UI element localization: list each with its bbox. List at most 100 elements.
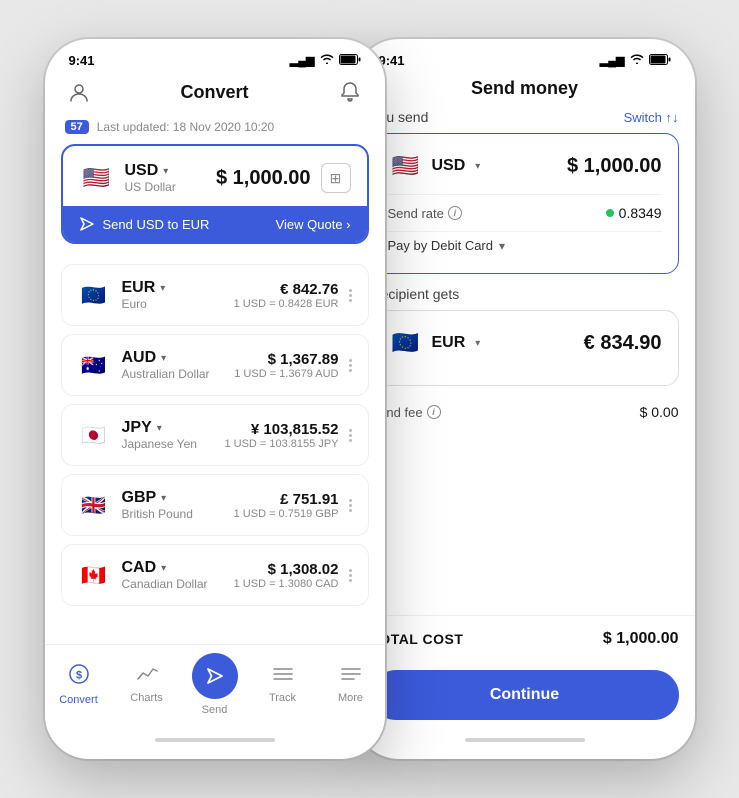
- update-bar: 57 Last updated: 18 Nov 2020 10:20: [45, 116, 385, 144]
- right-nav-header: Send money: [355, 74, 695, 109]
- signal-left: ▂▄▆: [290, 54, 315, 67]
- list-item[interactable]: 🇦🇺 AUD ▾ Australian Dollar $ 1,367.89: [61, 334, 369, 396]
- calculator-icon[interactable]: ⊞: [321, 163, 351, 193]
- jpy-name: Japanese Yen: [122, 437, 197, 451]
- send-plane-icon: [205, 666, 225, 686]
- total-cost-value: $ 1,000.00: [603, 630, 679, 648]
- send-flag: 🇺🇸: [388, 148, 424, 184]
- recipient-card: 🇪🇺 EUR ▾ € 834.90: [371, 310, 679, 386]
- gbp-amount: £ 751.91: [234, 491, 339, 508]
- eur-flag: 🇪🇺: [76, 277, 112, 313]
- track-icon: [272, 665, 294, 689]
- send-currency-code: USD: [432, 157, 466, 175]
- send-bar[interactable]: Send USD to EUR View Quote ›: [63, 206, 367, 242]
- tab-track[interactable]: Track: [258, 665, 308, 704]
- send-rate-row: Send rate i 0.8349: [388, 194, 662, 227]
- cad-amount: $ 1,308.02: [234, 561, 339, 578]
- recipient-amount: € 834.90: [584, 332, 662, 355]
- pay-method-row[interactable]: Pay by Debit Card ▾: [388, 231, 662, 259]
- send-amount: $ 1,000.00: [567, 155, 662, 178]
- total-cost-bar: TOTAL COST $ 1,000.00: [355, 615, 695, 662]
- wifi-right: [630, 54, 644, 67]
- tab-more[interactable]: More: [326, 665, 376, 704]
- jpy-amount: ¥ 103,815.52: [224, 421, 338, 438]
- cad-name: Canadian Dollar: [122, 577, 208, 591]
- jpy-flag: 🇯🇵: [76, 417, 112, 453]
- send-currency-row: 🇺🇸 USD ▾ $ 1,000.00: [388, 148, 662, 184]
- more-icon: [340, 665, 362, 689]
- jpy-menu[interactable]: [347, 427, 354, 444]
- page-title-send-money: Send money: [471, 78, 578, 98]
- update-text: Last updated: 18 Nov 2020 10:20: [97, 120, 274, 134]
- right-phone: 9:41 ▂▄▆ Send money You send Switc: [355, 39, 695, 759]
- tab-convert[interactable]: $ Convert: [54, 663, 104, 706]
- aud-amount: $ 1,367.89: [234, 351, 338, 368]
- fee-info-icon[interactable]: i: [427, 405, 441, 419]
- wifi-left: [320, 54, 334, 67]
- charts-icon: [136, 665, 158, 689]
- tab-bar: $ Convert Charts Send: [45, 644, 385, 732]
- aud-menu[interactable]: [347, 357, 354, 374]
- send-label: Send USD to EUR: [103, 217, 210, 232]
- fee-value: $ 0.00: [640, 404, 679, 420]
- gbp-rate: 1 USD = 0.7519 GBP: [234, 508, 339, 520]
- battery-right: [649, 54, 671, 68]
- main-currency-left[interactable]: 🇺🇸 USD ▾ US Dollar: [79, 160, 176, 196]
- tab-track-label: Track: [269, 692, 296, 704]
- view-quote-btn[interactable]: View Quote ›: [276, 217, 351, 232]
- recipient-flag: 🇪🇺: [388, 325, 424, 361]
- send-icon: [79, 216, 95, 232]
- aud-name: Australian Dollar: [122, 367, 210, 381]
- continue-button[interactable]: Continue: [371, 670, 679, 720]
- gbp-menu[interactable]: [347, 497, 354, 514]
- gbp-name: British Pound: [122, 507, 193, 521]
- jpy-code: JPY: [122, 419, 152, 437]
- left-phone: 9:41 ▂▄▆ Convert: [45, 39, 385, 759]
- currency-list: 🇪🇺 EUR ▾ Euro € 842.76 1 USD = 0.: [45, 264, 385, 644]
- eur-name: Euro: [122, 297, 166, 311]
- user-icon[interactable]: [65, 78, 93, 106]
- bell-icon[interactable]: [336, 78, 364, 106]
- recipient-currency-code: EUR: [432, 334, 466, 352]
- list-item[interactable]: 🇪🇺 EUR ▾ Euro € 842.76 1 USD = 0.: [61, 264, 369, 326]
- tab-more-label: More: [338, 692, 363, 704]
- main-currency-chevron: ▾: [163, 166, 168, 177]
- main-amount: $ 1,000.00: [216, 167, 311, 190]
- rate-green-dot: [606, 209, 614, 217]
- rate-info-icon[interactable]: i: [448, 206, 462, 220]
- battery-left: [339, 54, 361, 68]
- cad-menu[interactable]: [347, 567, 354, 584]
- gbp-code: GBP: [122, 489, 157, 507]
- tab-charts-label: Charts: [130, 692, 162, 704]
- pay-method-text: Pay by Debit Card: [388, 238, 494, 253]
- send-rate-value: 0.8349: [606, 205, 662, 221]
- list-item[interactable]: 🇯🇵 JPY ▾ Japanese Yen ¥ 103,815.52: [61, 404, 369, 466]
- gbp-flag: 🇬🇧: [76, 487, 112, 523]
- switch-button[interactable]: Switch ↑↓: [624, 110, 679, 125]
- eur-menu[interactable]: [347, 287, 354, 304]
- cad-code: CAD: [122, 559, 157, 577]
- eur-rate: 1 USD = 0.8428 EUR: [234, 298, 339, 310]
- recipient-currency-selector[interactable]: 🇪🇺 EUR ▾: [388, 325, 481, 361]
- cad-flag: 🇨🇦: [76, 557, 112, 593]
- fee-row: Send fee i $ 0.00: [371, 398, 679, 426]
- eur-amount: € 842.76: [234, 281, 339, 298]
- main-currency-code: USD: [125, 162, 159, 180]
- tab-send-label: Send: [202, 704, 228, 716]
- home-indicator-left: [45, 732, 385, 752]
- send-button[interactable]: [192, 653, 238, 699]
- tab-charts[interactable]: Charts: [122, 665, 172, 704]
- left-nav-header: Convert: [45, 74, 385, 116]
- send-currency-selector[interactable]: 🇺🇸 USD ▾: [388, 148, 481, 184]
- eur-code: EUR: [122, 279, 156, 297]
- usd-flag: 🇺🇸: [79, 160, 115, 196]
- time-left: 9:41: [69, 53, 95, 68]
- list-item[interactable]: 🇬🇧 GBP ▾ British Pound £ 751.91 1: [61, 474, 369, 536]
- pay-method-chevron: ▾: [499, 239, 505, 253]
- list-item[interactable]: 🇨🇦 CAD ▾ Canadian Dollar $ 1,308.02: [61, 544, 369, 606]
- convert-icon: $: [68, 663, 90, 691]
- send-chevron: ▾: [475, 161, 480, 172]
- recipient-label-row: Recipient gets: [371, 286, 679, 302]
- tab-send[interactable]: Send: [190, 653, 240, 716]
- recipient-currency-row: 🇪🇺 EUR ▾ € 834.90: [388, 325, 662, 361]
